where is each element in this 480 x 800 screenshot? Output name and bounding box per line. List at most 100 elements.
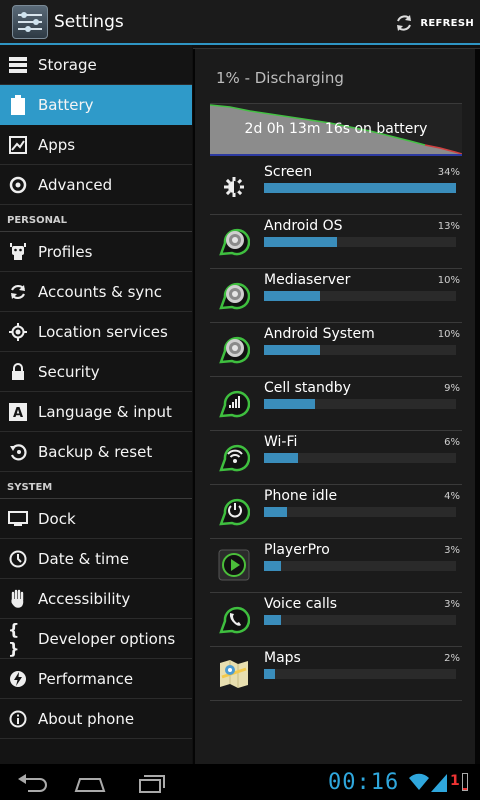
refresh-icon: [397, 15, 412, 31]
usage-app-name: Phone idle: [264, 488, 338, 504]
apps-icon: [8, 135, 28, 155]
settings-app-icon[interactable]: [12, 4, 48, 39]
maps-icon: [218, 657, 250, 689]
sidebar-item-label: Profiles: [38, 242, 93, 261]
usage-bar-track: [264, 615, 456, 625]
usage-bar-track: [264, 399, 456, 409]
sidebar-item-apps[interactable]: Apps: [0, 125, 192, 165]
location-icon: [8, 322, 28, 342]
usage-app-name: Android System: [264, 326, 375, 342]
usage-bar-track: [264, 291, 456, 301]
home-button[interactable]: [70, 771, 110, 795]
battery-content: 1% - Discharging 2d 0h 13m 16s on batter…: [195, 49, 475, 765]
android-system-icon: [218, 333, 251, 365]
sidebar-item-label: Language & input: [38, 402, 172, 421]
sidebar-item-label: Battery: [38, 95, 94, 114]
usage-app-name: Screen: [264, 164, 313, 180]
sidebar-item-label: Storage: [38, 55, 97, 74]
battery-usage-row[interactable]: Screen 34%: [210, 160, 462, 214]
refresh-button[interactable]: REFRESH: [394, 10, 474, 36]
usage-bar-fill: [264, 669, 275, 679]
cell-signal-icon: [218, 387, 251, 419]
sync-icon: [8, 282, 28, 302]
usage-bar-track: [264, 453, 456, 463]
row-divider: [210, 700, 462, 701]
phone-icon: [218, 603, 251, 635]
battery-usage-row[interactable]: Phone idle 4%: [210, 484, 462, 538]
battery-usage-row[interactable]: Cell standby 9%: [210, 376, 462, 430]
usage-percent: 3%: [444, 545, 460, 556]
usage-bar-track: [264, 345, 456, 355]
usage-bar-fill: [264, 453, 298, 463]
usage-percent: 9%: [444, 383, 460, 394]
sidebar-item-label: Backup & reset: [38, 442, 153, 461]
backup-icon: [8, 442, 28, 462]
sidebar-item-label: Advanced: [38, 175, 113, 194]
sidebar-item-accessibility[interactable]: Accessibility: [0, 579, 192, 619]
usage-bar-fill: [264, 183, 456, 193]
sidebar-item-security[interactable]: Security: [0, 352, 192, 392]
back-icon: [18, 774, 47, 792]
usage-app-name: Maps: [264, 650, 301, 666]
usage-percent: 2%: [444, 653, 460, 664]
sidebar-item-dock[interactable]: Dock: [0, 499, 192, 539]
personal-section-header: PERSONAL: [0, 205, 192, 232]
usage-bar-track: [264, 669, 456, 679]
sidebar-item-developer-options[interactable]: { } Developer options: [0, 619, 192, 659]
battery-history-graph[interactable]: 2d 0h 13m 16s on battery: [210, 103, 462, 156]
sidebar-item-about-phone[interactable]: About phone: [0, 699, 192, 739]
sidebar-item-label: Dock: [38, 509, 76, 528]
signal-status-icon: [431, 774, 447, 792]
sidebar-item-label: Accessibility: [38, 589, 131, 608]
usage-percent: 13%: [437, 221, 460, 232]
playerpro-icon: [218, 549, 250, 581]
bolt-icon: [8, 669, 28, 689]
brightness-icon: [218, 171, 250, 203]
sidebar-item-label: Date & time: [38, 549, 129, 568]
recent-apps-button[interactable]: [130, 771, 170, 795]
storage-icon: [8, 55, 28, 75]
android-os-icon: [218, 225, 251, 257]
usage-percent: 6%: [444, 437, 460, 448]
sidebar-item-backup[interactable]: Backup & reset: [0, 432, 192, 472]
back-button[interactable]: [14, 771, 54, 795]
sidebar-item-performance[interactable]: Performance: [0, 659, 192, 699]
mediaserver-icon: [218, 279, 251, 311]
sidebar-item-location[interactable]: Location services: [0, 312, 192, 352]
battery-usage-row[interactable]: Voice calls 3%: [210, 592, 462, 646]
usage-percent: 3%: [444, 599, 460, 610]
battery-status: 1% - Discharging: [216, 69, 344, 87]
wifi-icon: [218, 441, 251, 473]
battery-usage-row[interactable]: Mediaserver 10%: [210, 268, 462, 322]
usage-bar-track: [264, 507, 456, 517]
battery-usage-row[interactable]: Wi-Fi 6%: [210, 430, 462, 484]
svg-text:A: A: [13, 406, 23, 421]
advanced-icon: [8, 175, 28, 195]
usage-bar-fill: [264, 399, 315, 409]
usage-bar-track: [264, 183, 456, 193]
sidebar-item-date-time[interactable]: Date & time: [0, 539, 192, 579]
hand-icon: [8, 589, 28, 609]
app-title: Settings: [54, 11, 124, 32]
battery-usage-row[interactable]: Android System 10%: [210, 322, 462, 376]
usage-app-name: PlayerPro: [264, 542, 330, 558]
sidebar-item-label: Security: [38, 362, 100, 381]
battery-usage-row[interactable]: Maps 2%: [210, 646, 462, 700]
sidebar-item-storage[interactable]: Storage: [0, 45, 192, 85]
battery-usage-row[interactable]: Android OS 13%: [210, 214, 462, 268]
usage-percent: 10%: [437, 329, 460, 340]
sidebar-item-battery[interactable]: Battery: [0, 85, 192, 125]
action-bar: Settings REFRESH: [0, 0, 480, 45]
sidebar-item-advanced[interactable]: Advanced: [0, 165, 192, 205]
battery-status-icon: [462, 773, 468, 791]
wifi-status-icon: [409, 773, 429, 790]
braces-icon: { }: [8, 619, 20, 658]
sidebar-item-label: About phone: [38, 709, 135, 728]
language-icon: A: [8, 402, 28, 422]
usage-percent: 10%: [437, 275, 460, 286]
battery-usage-row[interactable]: PlayerPro 3%: [210, 538, 462, 592]
sidebar-item-accounts-sync[interactable]: Accounts & sync: [0, 272, 192, 312]
sidebar-item-language[interactable]: A Language & input: [0, 392, 192, 432]
sidebar-item-profiles[interactable]: Profiles: [0, 232, 192, 272]
usage-bar-fill: [264, 345, 320, 355]
